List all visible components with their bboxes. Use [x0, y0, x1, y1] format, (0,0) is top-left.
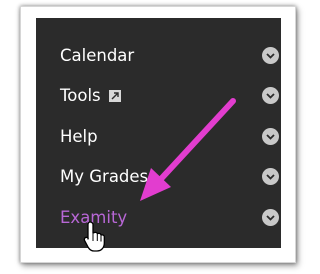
chevron-down-icon[interactable]	[262, 87, 279, 104]
course-menu-panel: Calendar Tools Help My Grades Examity	[36, 18, 281, 248]
menu-item-label: My Grades	[60, 167, 149, 186]
menu-item-examity[interactable]: Examity	[36, 198, 281, 238]
screenshot-frame: Calendar Tools Help My Grades Examity	[20, 6, 296, 263]
menu-item-label: Help	[60, 127, 98, 146]
menu-item-my-grades[interactable]: My Grades	[36, 157, 281, 197]
chevron-down-icon[interactable]	[262, 47, 279, 64]
chevron-down-icon[interactable]	[262, 168, 279, 185]
menu-item-label: Examity	[60, 208, 128, 227]
menu-item-help[interactable]: Help	[36, 117, 281, 157]
menu-item-label: Tools	[60, 86, 101, 105]
menu-item-calendar[interactable]: Calendar	[36, 36, 281, 76]
external-link-icon	[108, 86, 121, 102]
chevron-down-icon[interactable]	[262, 209, 279, 226]
menu-item-label: Calendar	[60, 46, 135, 65]
menu-item-tools[interactable]: Tools	[36, 76, 281, 116]
chevron-down-icon[interactable]	[262, 128, 279, 145]
